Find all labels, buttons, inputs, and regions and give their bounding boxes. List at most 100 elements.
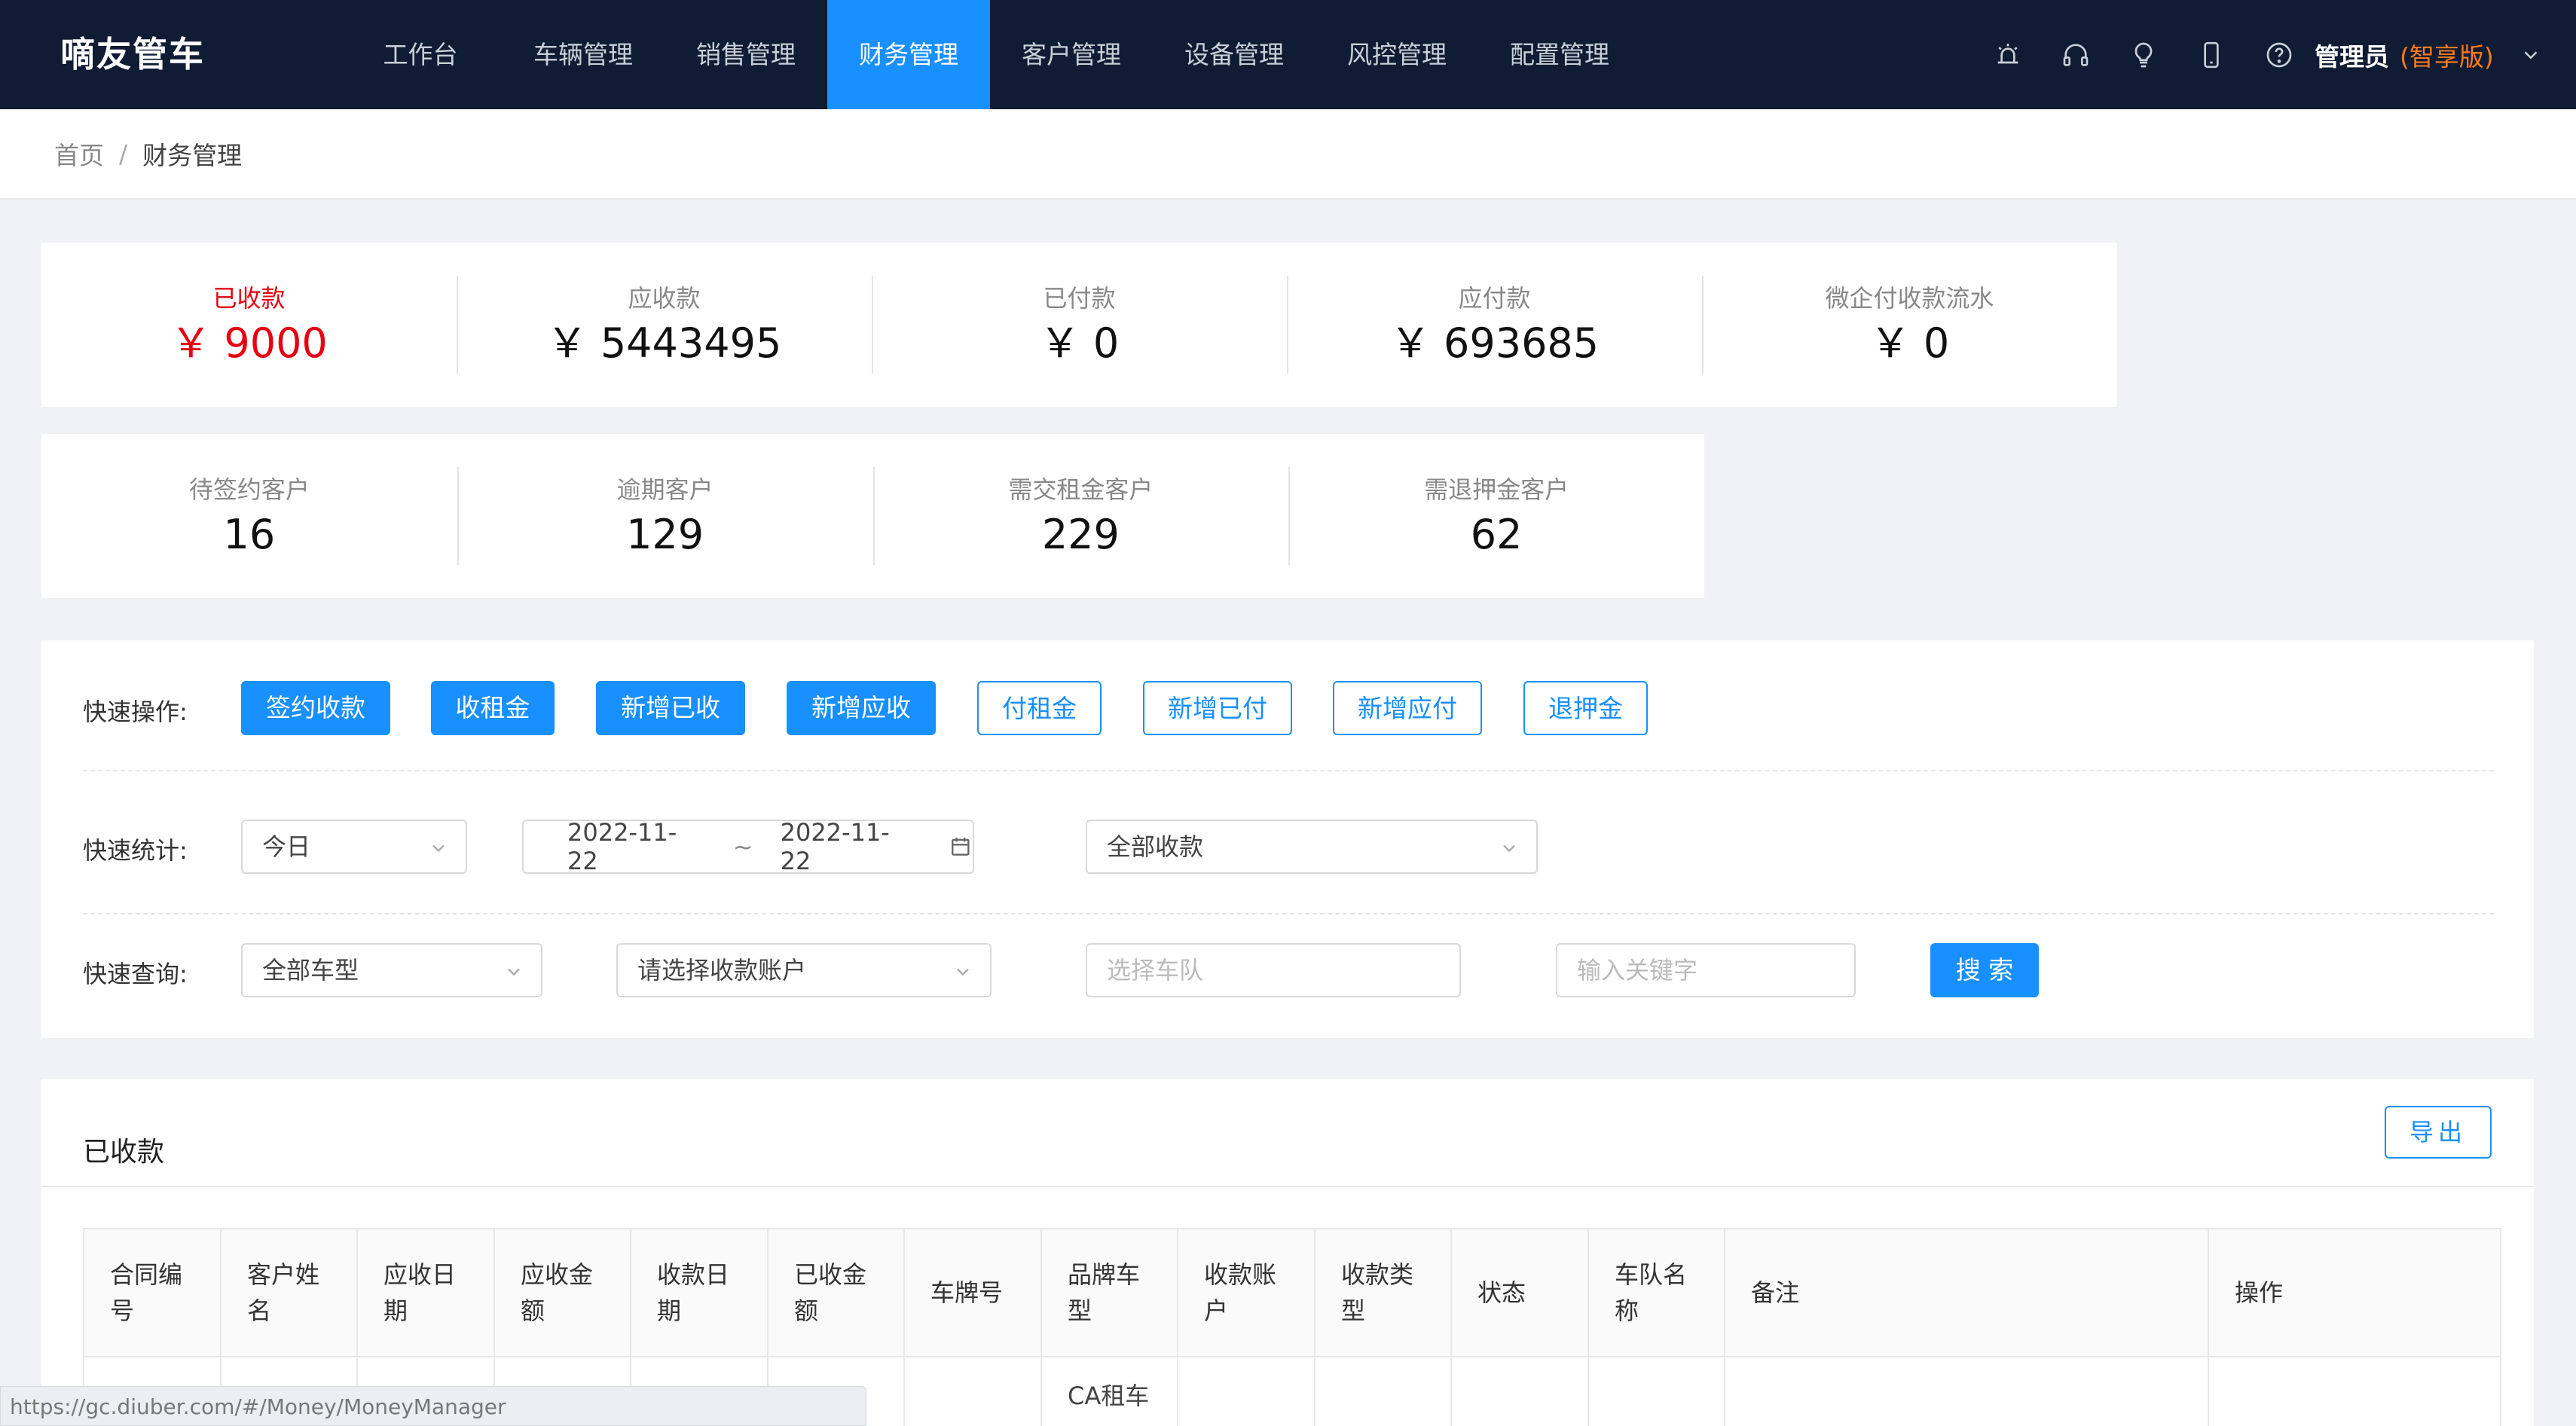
account-select-placeholder: 请选择收款账户 bbox=[637, 956, 807, 985]
nav-item-sales[interactable]: 销售管理 bbox=[665, 0, 827, 109]
chevron-down-icon bbox=[432, 844, 445, 853]
export-button[interactable]: 导出 bbox=[2385, 1106, 2492, 1159]
quick-ops-label: 快速操作: bbox=[83, 698, 188, 726]
breadcrumb-separator: / bbox=[119, 139, 128, 169]
stat-label: 应收款 bbox=[628, 284, 701, 313]
help-icon[interactable] bbox=[2245, 0, 2313, 109]
column-header[interactable]: 收款类 型 bbox=[1314, 1228, 1452, 1357]
breadcrumb-current: 财务管理 bbox=[142, 141, 243, 170]
table-cell bbox=[1587, 1356, 1725, 1426]
stat-label: 需退押金客户 bbox=[1424, 475, 1569, 504]
breadcrumb-home[interactable]: 首页 bbox=[54, 136, 104, 172]
column-header[interactable]: 车牌号 bbox=[903, 1228, 1042, 1357]
stat-value: ￥ 0 bbox=[1039, 319, 1120, 367]
add-received-button[interactable]: 新增已收 bbox=[596, 681, 745, 735]
header-icons bbox=[1974, 0, 2313, 109]
nav-item-risk[interactable]: 风控管理 bbox=[1316, 0, 1478, 109]
column-header[interactable]: 应收金 额 bbox=[494, 1228, 631, 1357]
stat-value: ￥ 5443495 bbox=[546, 319, 782, 367]
nav-item-workbench[interactable]: 工作台 bbox=[339, 0, 502, 109]
stat-label: 应付款 bbox=[1458, 284, 1531, 313]
add-payable-button[interactable]: 新增应付 bbox=[1333, 681, 1482, 735]
stat-overdue[interactable]: 逾期客户 129 bbox=[457, 467, 873, 565]
chevron-down-icon bbox=[957, 968, 969, 976]
chevron-down-icon bbox=[1503, 844, 1515, 853]
column-header[interactable]: 品牌车 型 bbox=[1040, 1228, 1178, 1357]
period-select[interactable]: 今日 bbox=[241, 820, 467, 874]
divider bbox=[83, 913, 2494, 915]
stat-value: ￥ 693685 bbox=[1389, 319, 1600, 367]
period-select-value: 今日 bbox=[262, 832, 311, 861]
column-header[interactable]: 应收日 期 bbox=[356, 1228, 495, 1357]
quick-panel: 快速操作: 签约收款 收租金 新增已收 新增应收 付租金 新增已付 新增应付 退… bbox=[41, 640, 2534, 1038]
divider bbox=[83, 770, 2494, 771]
nav-item-vehicles[interactable]: 车辆管理 bbox=[502, 0, 665, 109]
fleet-input[interactable]: 选择车队 bbox=[1086, 943, 1461, 997]
stat-pending-sign[interactable]: 待签约客户 16 bbox=[41, 467, 457, 565]
breadcrumb: 首页 / 财务管理 bbox=[0, 109, 2576, 200]
add-receivable-button[interactable]: 新增应收 bbox=[787, 681, 936, 735]
user-edition: (智享版) bbox=[2400, 41, 2494, 72]
user-name: 管理员 bbox=[2315, 41, 2389, 72]
stat-value: 229 bbox=[1041, 511, 1120, 558]
sign-collect-button[interactable]: 签约收款 bbox=[241, 681, 390, 735]
lightbulb-icon[interactable] bbox=[2110, 0, 2177, 109]
table-cell bbox=[1724, 1356, 2209, 1426]
column-header[interactable]: 合同编 号 bbox=[83, 1228, 222, 1357]
stat-value: 62 bbox=[1470, 511, 1523, 558]
table-cell-brand: CA租车 bbox=[1040, 1356, 1178, 1426]
column-header[interactable]: 状态 bbox=[1450, 1228, 1589, 1357]
chevron-down-icon bbox=[2524, 50, 2538, 60]
column-header[interactable]: 客户姓 名 bbox=[220, 1228, 358, 1357]
nav-item-customers[interactable]: 客户管理 bbox=[990, 0, 1153, 109]
car-type-select[interactable]: 全部车型 bbox=[241, 943, 542, 997]
receipt-type-select[interactable]: 全部收款 bbox=[1086, 820, 1538, 874]
nav-item-config[interactable]: 配置管理 bbox=[1478, 0, 1641, 109]
column-header[interactable]: 车队名 称 bbox=[1587, 1228, 1725, 1357]
stat-received[interactable]: 已收款 ￥ 9000 bbox=[41, 276, 457, 374]
chevron-down-icon bbox=[508, 968, 520, 976]
divider bbox=[41, 1186, 2534, 1187]
stat-wechat-flow[interactable]: 微企付收款流水 ￥ 0 bbox=[1702, 276, 2117, 374]
column-header[interactable]: 已收金 额 bbox=[767, 1228, 905, 1357]
stat-label: 微企付收款流水 bbox=[1825, 284, 1994, 313]
column-header[interactable]: 收款日 期 bbox=[630, 1228, 769, 1357]
nav-item-finance[interactable]: 财务管理 bbox=[827, 0, 990, 109]
nav-item-devices[interactable]: 设备管理 bbox=[1153, 0, 1316, 109]
date-separator: ~ bbox=[732, 832, 753, 861]
column-header[interactable]: 操作 bbox=[2208, 1228, 2501, 1357]
table-cell bbox=[903, 1356, 1042, 1426]
date-start: 2022-11-22 bbox=[567, 818, 677, 875]
user-menu[interactable]: 管理员 (智享版) bbox=[2315, 0, 2542, 109]
headset-icon[interactable] bbox=[2042, 0, 2110, 109]
mobile-icon[interactable] bbox=[2177, 0, 2245, 109]
table-title: 已收款 bbox=[83, 1137, 165, 1168]
stat-rent-due[interactable]: 需交租金客户 229 bbox=[872, 467, 1289, 565]
finance-summary-card: 已收款 ￥ 9000 应收款 ￥ 5443495 已付款 ￥ 0 应付款 ￥ 6… bbox=[41, 243, 2117, 407]
calendar-icon bbox=[952, 838, 970, 856]
stat-receivable[interactable]: 应收款 ￥ 5443495 bbox=[457, 276, 872, 374]
collect-rent-button[interactable]: 收租金 bbox=[431, 681, 555, 735]
account-select[interactable]: 请选择收款账户 bbox=[616, 943, 992, 997]
app-logo[interactable]: 嘀友管车 bbox=[60, 0, 205, 109]
stat-payable[interactable]: 应付款 ￥ 693685 bbox=[1287, 276, 1702, 374]
pay-rent-button[interactable]: 付租金 bbox=[977, 681, 1102, 735]
column-header[interactable]: 备注 bbox=[1724, 1228, 2209, 1357]
alarm-icon[interactable] bbox=[1974, 0, 2042, 109]
stat-deposit-refund[interactable]: 需退押金客户 62 bbox=[1288, 467, 1704, 565]
browser-status-url: https://gc.diuber.com/#/Money/MoneyManag… bbox=[0, 1386, 866, 1426]
top-navigation-bar: 嘀友管车 工作台 车辆管理 销售管理 财务管理 客户管理 设备管理 风控管理 配… bbox=[0, 0, 2576, 109]
stat-label: 已付款 bbox=[1043, 284, 1116, 313]
table-cell bbox=[1450, 1356, 1589, 1426]
customer-summary-card: 待签约客户 16 逾期客户 129 需交租金客户 229 需退押金客户 62 bbox=[41, 434, 1704, 598]
keyword-input[interactable]: 输入关键字 bbox=[1556, 943, 1856, 997]
refund-deposit-button[interactable]: 退押金 bbox=[1523, 681, 1648, 735]
car-type-value: 全部车型 bbox=[262, 956, 359, 985]
main-nav: 工作台 车辆管理 销售管理 财务管理 客户管理 设备管理 风控管理 配置管理 bbox=[339, 0, 1641, 109]
add-paid-button[interactable]: 新增已付 bbox=[1143, 681, 1292, 735]
search-button[interactable]: 搜 索 bbox=[1930, 943, 2039, 997]
column-header[interactable]: 收款账 户 bbox=[1177, 1228, 1316, 1357]
table-header-row: 合同编 号 客户姓 名 应收日 期 应收金 额 收款日 期 已收金 额 车牌号 … bbox=[83, 1228, 2501, 1357]
date-range-picker[interactable]: 2022-11-22 ~ 2022-11-22 bbox=[522, 818, 974, 875]
stat-paid[interactable]: 已付款 ￥ 0 bbox=[872, 276, 1287, 374]
